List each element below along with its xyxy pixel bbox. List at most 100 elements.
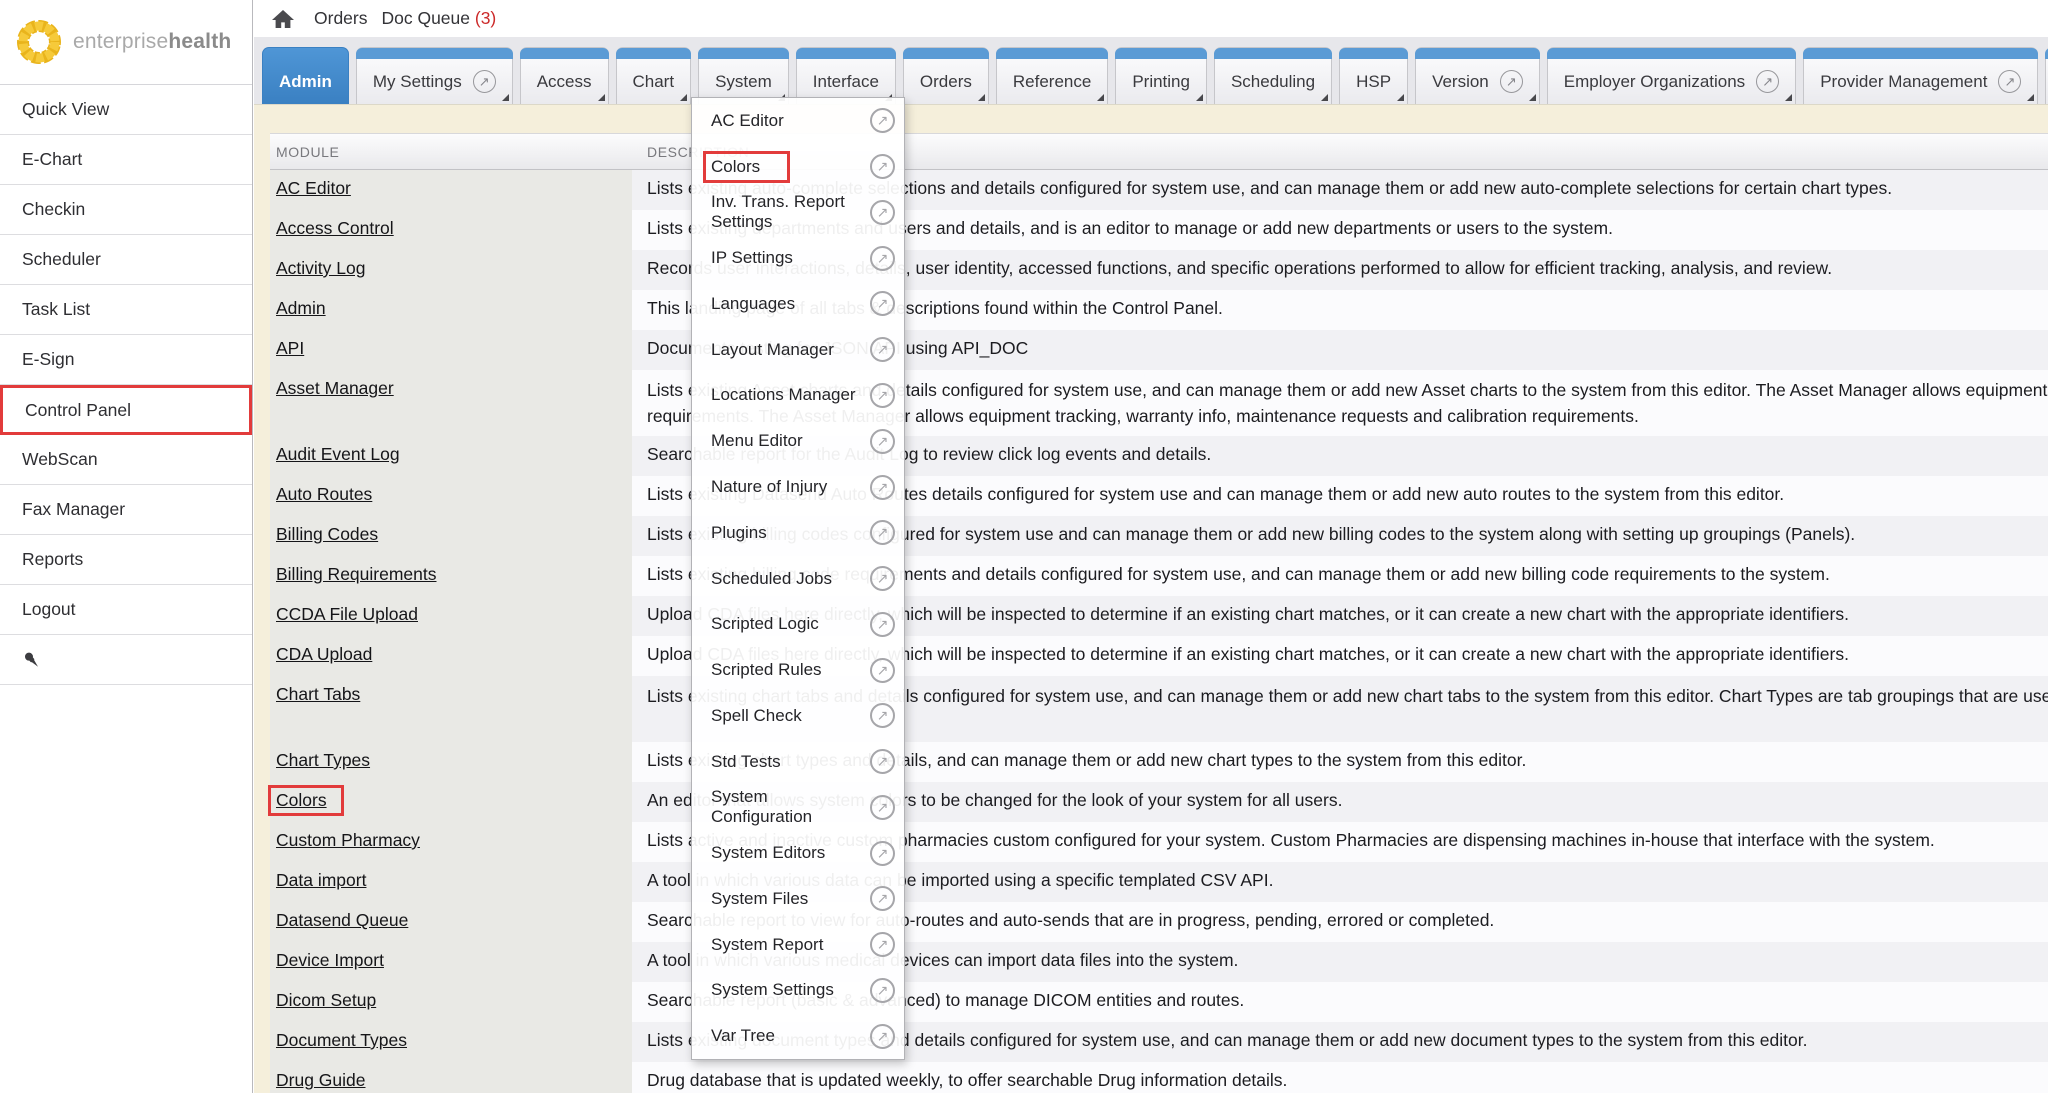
tab[interactable]: Scheduling — [1214, 47, 1332, 104]
module-link[interactable]: Audit Event Log — [276, 444, 400, 464]
popout-icon[interactable]: ↗ — [870, 1024, 895, 1049]
popout-icon[interactable]: ↗ — [870, 795, 895, 820]
menu-item[interactable]: Scheduled Jobs ↗ — [692, 556, 904, 602]
module-link[interactable]: Access Control — [276, 218, 394, 238]
sidebar-item[interactable]: Control Panel — [0, 385, 252, 435]
tab[interactable]: System — [698, 47, 789, 104]
menu-item[interactable]: Spell Check ↗ — [692, 693, 904, 739]
sidebar-item[interactable]: Logout — [0, 585, 252, 635]
tab[interactable]: HSP — [1339, 47, 1408, 104]
popout-icon[interactable]: ↗ — [870, 154, 895, 179]
tab[interactable]: My Settings ↗ — [356, 47, 513, 104]
menu-item[interactable]: Locations Manager ↗ — [692, 373, 904, 419]
module-link[interactable]: Chart Tabs — [276, 684, 360, 704]
popout-icon[interactable]: ↗ — [870, 658, 895, 683]
module-link[interactable]: Chart Types — [276, 750, 370, 770]
menu-item[interactable]: Menu Editor ↗ — [692, 418, 904, 464]
popout-icon[interactable]: ↗ — [870, 383, 895, 408]
menu-item[interactable]: System Configuration ↗ — [692, 784, 904, 830]
home-icon[interactable] — [270, 6, 296, 32]
menu-item[interactable]: Nature of Injury ↗ — [692, 464, 904, 510]
menu-item[interactable]: Std Tests ↗ — [692, 739, 904, 785]
sidebar-item[interactable]: Checkin — [0, 185, 252, 235]
tab[interactable]: Interface — [796, 47, 896, 104]
tab[interactable]: Version ↗ — [1415, 47, 1540, 104]
breadcrumb-orders[interactable]: Orders — [314, 8, 367, 29]
popout-icon[interactable]: ↗ — [870, 337, 895, 362]
module-link[interactable]: Admin — [276, 298, 326, 318]
module-link[interactable]: Colors — [268, 785, 344, 816]
tab[interactable]: Reference — [996, 47, 1108, 104]
sidebar-item[interactable]: Task List — [0, 285, 252, 335]
tab[interactable]: Chart — [616, 47, 692, 104]
sidebar-item[interactable]: Scheduler — [0, 235, 252, 285]
module-link[interactable]: Asset Manager — [276, 378, 394, 398]
popout-icon[interactable]: ↗ — [870, 749, 895, 774]
menu-item[interactable]: Scripted Logic ↗ — [692, 601, 904, 647]
menu-item[interactable]: IP Settings ↗ — [692, 235, 904, 281]
popout-icon[interactable]: ↗ — [870, 246, 895, 271]
module-link[interactable]: Dicom Setup — [276, 990, 376, 1010]
module-link[interactable]: Drug Guide — [276, 1070, 366, 1090]
popout-icon[interactable]: ↗ — [1500, 70, 1523, 93]
breadcrumb-doc-queue[interactable]: Doc Queue (3) — [381, 8, 496, 29]
sidebar-item[interactable]: WebScan — [0, 435, 252, 485]
module-link[interactable]: Datasend Queue — [276, 910, 408, 930]
menu-item[interactable]: System Files ↗ — [692, 876, 904, 922]
tab[interactable]: Employer Organizations ↗ — [1547, 47, 1796, 104]
popout-icon[interactable]: ↗ — [870, 475, 895, 500]
popout-icon[interactable]: ↗ — [1756, 70, 1779, 93]
menu-item[interactable]: Inv. Trans. Report Settings ↗ — [692, 190, 904, 236]
sidebar-item[interactable]: E-Chart — [0, 135, 252, 185]
module-link[interactable]: Device Import — [276, 950, 384, 970]
module-link[interactable]: Document Types — [276, 1030, 407, 1050]
popout-icon[interactable]: ↗ — [870, 108, 895, 133]
module-link[interactable]: Billing Codes — [276, 524, 378, 544]
menu-item[interactable]: System Settings ↗ — [692, 968, 904, 1014]
module-link[interactable]: Billing Requirements — [276, 564, 437, 584]
pin-icon[interactable] — [22, 650, 42, 670]
popout-icon[interactable]: ↗ — [870, 703, 895, 728]
sidebar-item[interactable]: Quick View — [0, 85, 252, 135]
menu-item[interactable]: System Report ↗ — [692, 922, 904, 968]
popout-icon[interactable]: ↗ — [870, 886, 895, 911]
module-link[interactable]: AC Editor — [276, 178, 351, 198]
tab[interactable]: Access — [520, 47, 609, 104]
sidebar-item[interactable]: Reports — [0, 535, 252, 585]
menu-item[interactable]: Colors ↗ — [692, 144, 904, 190]
module-link[interactable]: Auto Routes — [276, 484, 372, 504]
menu-item[interactable]: Languages ↗ — [692, 281, 904, 327]
popout-icon[interactable]: ↗ — [1998, 70, 2021, 93]
menu-item[interactable]: Var Tree ↗ — [692, 1013, 904, 1059]
popout-icon[interactable]: ↗ — [870, 200, 895, 225]
app-logo[interactable]: enterprisehealth — [0, 0, 252, 85]
popout-icon[interactable]: ↗ — [870, 978, 895, 1003]
tab-menu-triangle-icon — [1785, 94, 1792, 101]
popout-icon[interactable]: ↗ — [870, 841, 895, 866]
menu-item[interactable]: System Editors ↗ — [692, 830, 904, 876]
sidebar-item[interactable]: E-Sign — [0, 335, 252, 385]
tab[interactable]: Orders — [903, 47, 989, 104]
tab[interactable]: Printing — [1115, 47, 1207, 104]
popout-icon[interactable]: ↗ — [870, 932, 895, 957]
module-link[interactable]: Activity Log — [276, 258, 365, 278]
sidebar-item[interactable]: Fax Manager — [0, 485, 252, 535]
module-link[interactable]: API — [276, 338, 304, 358]
popout-icon[interactable]: ↗ — [870, 291, 895, 316]
menu-item[interactable]: Plugins ↗ — [692, 510, 904, 556]
menu-item[interactable]: AC Editor ↗ — [692, 98, 904, 144]
popout-icon[interactable]: ↗ — [870, 612, 895, 637]
module-link[interactable]: Custom Pharmacy — [276, 830, 420, 850]
tab[interactable]: Admin — [262, 47, 349, 104]
menu-item[interactable]: Layout Manager ↗ — [692, 327, 904, 373]
popout-icon[interactable]: ↗ — [870, 566, 895, 591]
menu-item[interactable]: Scripted Rules ↗ — [692, 647, 904, 693]
module-link[interactable]: CDA Upload — [276, 644, 372, 664]
popout-icon[interactable]: ↗ — [870, 429, 895, 454]
module-link[interactable]: CCDA File Upload — [276, 604, 418, 624]
module-link[interactable]: Data import — [276, 870, 366, 890]
popout-icon[interactable]: ↗ — [473, 70, 496, 93]
popout-icon[interactable]: ↗ — [870, 520, 895, 545]
sidebar-item-label: Logout — [22, 599, 76, 620]
tab[interactable]: Provider Management ↗ — [1803, 47, 2038, 104]
